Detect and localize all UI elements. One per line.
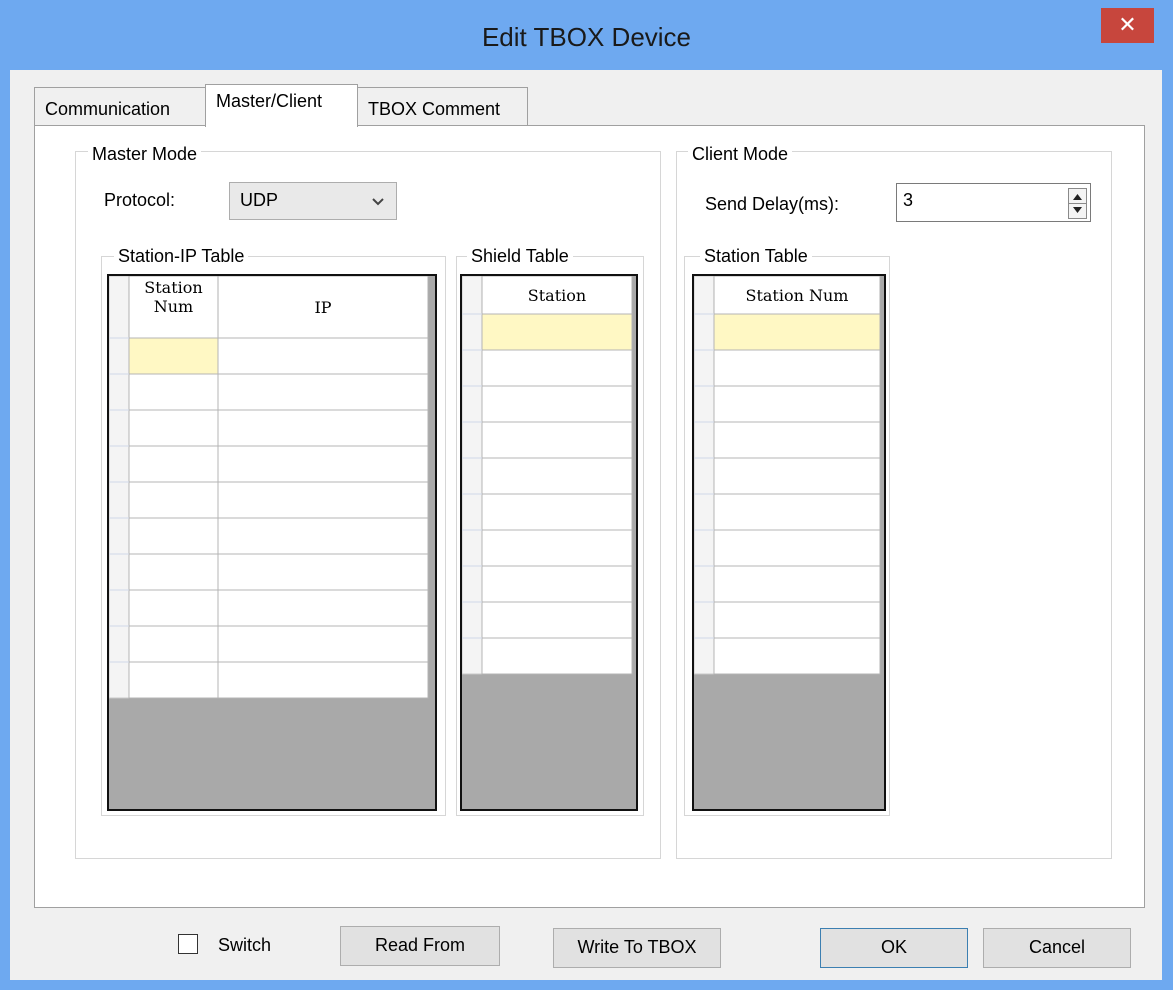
- station-ip-grid-cell[interactable]: [217, 481, 429, 519]
- tab-master-client[interactable]: Master/Client: [205, 84, 358, 127]
- station-grid-cell[interactable]: [713, 493, 881, 531]
- station-ip-grid-cell[interactable]: [217, 661, 429, 699]
- station-grid-cell[interactable]: [713, 349, 881, 387]
- ok-button[interactable]: OK: [820, 928, 968, 968]
- station-ip-grid-cell[interactable]: [217, 409, 429, 447]
- shield-grid-cell[interactable]: [481, 529, 633, 567]
- station-grid-cell[interactable]: [713, 565, 881, 603]
- switch-label: Switch: [218, 935, 272, 955]
- station-ip-grid-cell[interactable]: [128, 481, 219, 519]
- shield-grid-cell[interactable]: [481, 493, 633, 531]
- send-delay-value: 3: [903, 190, 914, 210]
- write-to-tbox-button[interactable]: Write To TBOX: [553, 928, 721, 968]
- station-grid[interactable]: Station Num: [692, 274, 886, 811]
- station-ip-grid-cell[interactable]: [128, 445, 219, 483]
- shield-grid-header-label: Station: [528, 286, 586, 305]
- shield-grid[interactable]: Station: [460, 274, 638, 811]
- station-ip-grid-cell[interactable]: [128, 589, 219, 627]
- station-ip-grid-header-label: Num: [154, 297, 193, 316]
- station-ip-grid-cell[interactable]: [217, 337, 429, 375]
- station-grid-cell[interactable]: [713, 637, 881, 675]
- station-ip-table-label: Station-IP Table: [114, 245, 249, 267]
- station-grid-cell[interactable]: [713, 601, 881, 639]
- shield-grid-cell[interactable]: [481, 385, 633, 423]
- shield-grid-cell[interactable]: [481, 349, 633, 387]
- close-button[interactable]: ✕: [1101, 8, 1154, 43]
- station-grid-cell[interactable]: [713, 313, 881, 351]
- station-grid-cell[interactable]: [713, 529, 881, 567]
- protocol-value: UDP: [240, 190, 279, 210]
- shield-grid-svg: Station: [462, 276, 633, 675]
- close-icon: ✕: [1118, 12, 1137, 37]
- shield-table-label: Shield Table: [467, 245, 573, 267]
- station-table-label: Station Table: [700, 245, 812, 267]
- station-grid-header-label: Station Num: [746, 286, 849, 305]
- station-ip-grid-cell[interactable]: [217, 625, 429, 663]
- tab-tbox-comment[interactable]: TBOX Comment: [357, 87, 528, 127]
- tab-communication[interactable]: Communication: [34, 87, 206, 127]
- station-ip-grid-cell[interactable]: [128, 553, 219, 591]
- station-grid-cell[interactable]: [713, 421, 881, 459]
- tab-master-client-label: Master/Client: [216, 91, 323, 111]
- shield-grid-cell[interactable]: [481, 601, 633, 639]
- station-ip-grid-cell[interactable]: [128, 625, 219, 663]
- station-ip-grid-header-label: IP: [314, 298, 331, 317]
- tab-tbox-comment-label: TBOX Comment: [368, 99, 501, 119]
- shield-grid-cell[interactable]: [481, 421, 633, 459]
- window-title: Edit TBOX Device: [481, 22, 692, 52]
- switch-checkbox[interactable]: [178, 934, 198, 954]
- station-ip-grid-cell[interactable]: [128, 337, 219, 375]
- cancel-button[interactable]: Cancel: [983, 928, 1131, 968]
- shield-grid-cell[interactable]: [481, 565, 633, 603]
- master-mode-label: Master Mode: [88, 143, 202, 165]
- shield-grid-cell[interactable]: [481, 637, 633, 675]
- station-ip-grid-cell[interactable]: [217, 373, 429, 411]
- tab-panel-master-client: Master Mode Protocol: UDP Station-IP Tab…: [34, 125, 1145, 908]
- station-ip-grid-cell[interactable]: [217, 589, 429, 627]
- station-grid-cell[interactable]: [713, 457, 881, 495]
- read-from-button[interactable]: Read From: [340, 926, 500, 966]
- station-ip-grid-cell[interactable]: [128, 517, 219, 555]
- protocol-label: Protocol:: [104, 190, 176, 210]
- shield-grid-cell[interactable]: [481, 457, 633, 495]
- spin-arrows-icon: [1069, 194, 1086, 213]
- station-ip-grid-header-label: Station: [144, 278, 202, 297]
- send-delay-stepper[interactable]: 3: [896, 183, 1091, 222]
- station-ip-grid-cell[interactable]: [128, 409, 219, 447]
- station-ip-grid-cell[interactable]: [217, 445, 429, 483]
- tab-communication-label: Communication: [45, 99, 171, 119]
- station-grid-svg: Station Num: [694, 276, 881, 675]
- shield-grid-cell[interactable]: [481, 313, 633, 351]
- station-ip-grid-cell[interactable]: [217, 517, 429, 555]
- protocol-select[interactable]: UDP: [229, 182, 397, 220]
- station-ip-grid-svg: StationNum IP: [109, 276, 429, 699]
- station-ip-grid[interactable]: Station Num IP: [107, 274, 437, 811]
- spin-buttons[interactable]: [1068, 188, 1087, 219]
- station-ip-grid-cell[interactable]: [128, 373, 219, 411]
- send-delay-label: Send Delay(ms):: [705, 194, 840, 214]
- station-ip-grid-cell[interactable]: [128, 661, 219, 699]
- station-grid-cell[interactable]: [713, 385, 881, 423]
- client-mode-label: Client Mode: [688, 143, 793, 165]
- station-ip-grid-cell[interactable]: [217, 553, 429, 591]
- chevron-down-icon: [372, 198, 384, 206]
